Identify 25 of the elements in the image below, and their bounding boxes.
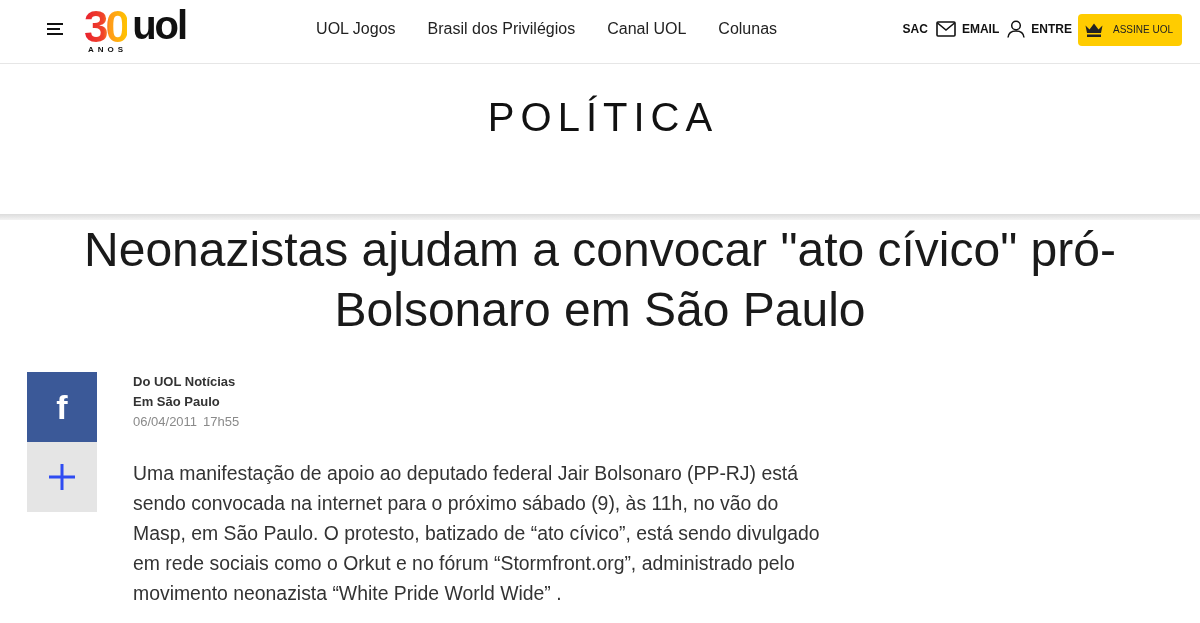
source-line: Do UOL Notícias — [133, 373, 236, 391]
envelope-icon — [935, 20, 956, 37]
menu-icon — [47, 22, 63, 35]
article-paragraph: Uma manifestação de apoio ao deputado federal Jair Bolsonaro (PP-RJ) está sendo convocada na internet para o próximo sábado (9), às 11h, no vão do Masp, em São Paulo. O protesto, batizado de “ato cívico”, está sendo divulgado em rede sociais como o Orkut e no fórum “Stormfront.org”, administrado pelo movimento neonazista “White Pride World Wide” . — [133, 461, 821, 606]
logo-caption: ANOS — [87, 45, 128, 55]
user-icon — [1007, 19, 1026, 38]
publish-time: 17h55 — [203, 413, 240, 431]
nav-link[interactable]: Colunas — [718, 19, 778, 38]
location-line: Em São Paulo — [133, 393, 220, 411]
subscribe-button[interactable]: ASSINE UOL — [1077, 13, 1182, 46]
plus-icon — [48, 463, 76, 491]
header-link[interactable]: SAC — [902, 21, 928, 36]
crown-icon — [1084, 22, 1103, 37]
logo-wordmark: uol — [132, 10, 187, 40]
nav-link[interactable]: Brasil dos Privilégios — [427, 19, 576, 38]
article-headline: Neonazistas ajudam a convocar "ato cívico" pró-Bolsonaro em São Paulo — [83, 222, 1117, 338]
login-link[interactable]: ENTRE — [1007, 19, 1072, 38]
section-title: POLÍTICA — [486, 94, 719, 140]
publish-date: 06/04/2011 — [133, 413, 198, 431]
email-link[interactable]: EMAIL — [935, 20, 1000, 37]
plus-button[interactable] — [27, 442, 97, 512]
nav-link[interactable]: UOL Jogos — [316, 19, 396, 38]
nav-link[interactable]: Canal UOL — [607, 19, 687, 38]
logo-number: 30 — [84, 10, 128, 44]
share-button[interactable]: f — [27, 372, 97, 442]
